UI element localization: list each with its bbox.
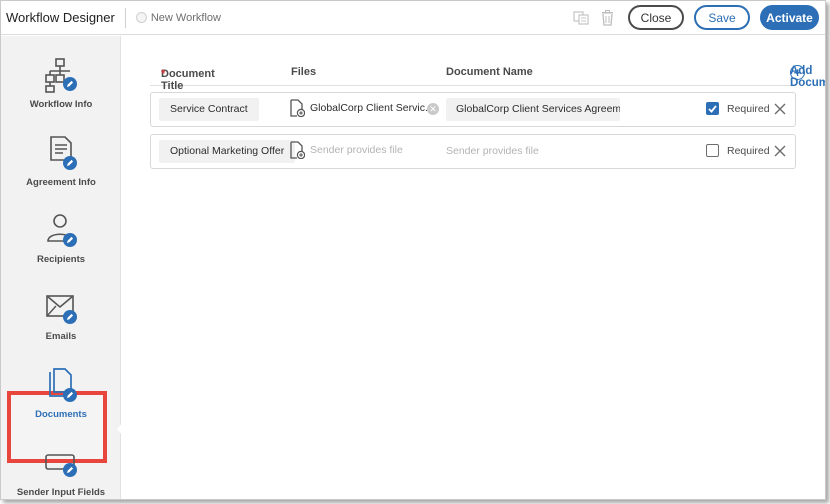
file-attachment[interactable]: Sender provides file — [290, 141, 403, 159]
document-name-field[interactable]: Sender provides file — [446, 140, 539, 163]
sidebar-label-emails: Emails — [45, 331, 77, 342]
add-file-icon — [290, 141, 305, 159]
sidebar-label-workflow-info: Workflow Info — [29, 99, 93, 110]
app-window: Workflow Designer New Workflow Close Sav… — [0, 0, 826, 500]
remove-row-icon[interactable] — [773, 102, 787, 116]
document-row: Optional Marketing Offer Sender provides… — [150, 134, 796, 169]
remove-row-icon[interactable] — [773, 144, 787, 158]
required-toggle[interactable]: Required — [706, 144, 770, 157]
required-label: Required — [727, 102, 770, 115]
trash-icon[interactable] — [598, 9, 616, 27]
top-bar: Workflow Designer New Workflow Close Sav… — [1, 1, 825, 35]
sender-input-fields-icon — [45, 454, 77, 477]
add-file-icon — [290, 99, 305, 117]
documents-icon — [49, 368, 77, 402]
document-name-field[interactable]: GlobalCorp Client Services Agreement — [446, 98, 620, 121]
sidebar-label-recipients: Recipients — [36, 254, 86, 265]
save-button[interactable]: Save — [694, 5, 750, 30]
workflow-sidebar: Workflow Info Agreement Info Recipients — [1, 36, 123, 499]
file-name: GlobalCorp Client Servic... — [310, 102, 434, 114]
workflow-name-label: New Workflow — [150, 11, 221, 24]
sidebar-item-agreement-info[interactable]: Agreement Info — [1, 119, 121, 194]
documents-panel: Document Title * Files Document Name + Ad… — [122, 36, 825, 499]
sidebar-item-sender-input-fields[interactable]: Sender Input Fields — [1, 429, 121, 499]
workflow-status-dot — [135, 12, 147, 23]
header-actions: Close Save Activate — [572, 5, 825, 30]
required-checkbox[interactable] — [706, 144, 719, 157]
app-title: Workflow Designer — [1, 7, 126, 28]
document-title-field[interactable]: Optional Marketing Offer — [159, 140, 296, 163]
sidebar-item-workflow-info[interactable]: Workflow Info — [1, 41, 121, 116]
document-title-field[interactable]: Service Contract — [159, 98, 259, 121]
required-toggle[interactable]: Required — [706, 102, 770, 115]
sidebar-item-emails[interactable]: Emails — [1, 273, 121, 348]
required-asterisk: * — [161, 68, 166, 80]
recipients-icon — [47, 214, 77, 247]
emails-icon — [46, 295, 77, 324]
sidebar-item-recipients[interactable]: Recipients — [1, 196, 121, 271]
document-row: Service Contract GlobalCorp Client Servi… — [150, 92, 796, 127]
duplicate-icon[interactable] — [572, 9, 590, 27]
sidebar-item-documents[interactable]: Documents — [1, 351, 121, 426]
file-placeholder: Sender provides file — [310, 144, 403, 156]
file-attachment[interactable]: GlobalCorp Client Servic... — [290, 99, 434, 117]
required-checkbox[interactable] — [706, 102, 719, 115]
sidebar-label-documents: Documents — [35, 409, 87, 420]
sidebar-label-sender-input-fields: Sender Input Fields — [16, 487, 106, 498]
activate-button[interactable]: Activate — [760, 5, 819, 30]
sidebar-label-agreement-info: Agreement Info — [26, 177, 96, 188]
column-header-files: Files — [291, 66, 317, 78]
column-header-title-text: Document Title — [161, 68, 215, 92]
required-label: Required — [727, 144, 770, 157]
workflow-name: New Workflow — [135, 11, 221, 24]
column-header-document-name: Document Name — [446, 66, 533, 78]
agreement-info-icon — [50, 136, 77, 170]
close-button[interactable]: Close — [628, 5, 684, 30]
documents-column-headers: Document Title * Files Document Name + Ad… — [150, 64, 825, 92]
add-document-label: Add Document — [790, 65, 825, 89]
clear-file-icon[interactable]: ✕ — [427, 103, 439, 115]
workflow-info-icon — [45, 58, 77, 93]
